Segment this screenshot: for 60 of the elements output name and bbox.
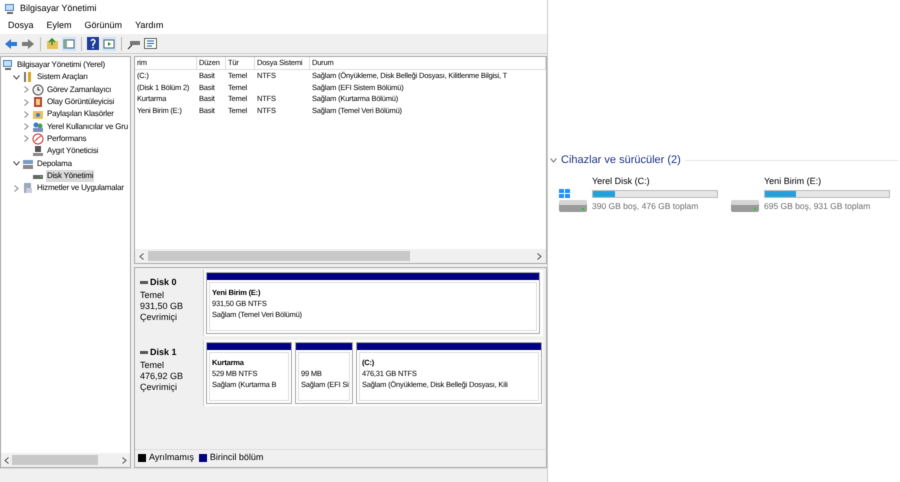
help-icon[interactable] bbox=[87, 37, 99, 50]
forward-arrow-icon[interactable] bbox=[21, 38, 35, 50]
horizontal-scrollbar[interactable] bbox=[1, 453, 130, 467]
shared-folder-icon bbox=[32, 108, 44, 120]
disk-name: Disk 0 bbox=[150, 276, 177, 289]
menu-item[interactable]: Görünüm bbox=[84, 19, 122, 33]
menu-item[interactable]: Eylem bbox=[46, 19, 72, 33]
menu-item[interactable]: Yardım bbox=[135, 19, 164, 33]
tree-item[interactable]: Depolama bbox=[36, 158, 73, 170]
scroll-left-icon[interactable] bbox=[139, 252, 144, 260]
tree-item[interactable]: Aygıt Yöneticisi bbox=[46, 145, 100, 158]
folder-up-icon[interactable] bbox=[46, 38, 59, 50]
system-drive-icon[interactable] bbox=[558, 188, 588, 213]
scroll-right-icon[interactable] bbox=[537, 252, 542, 260]
tree-item[interactable]: Olay Görüntüleyicisi bbox=[46, 96, 116, 108]
toolbox-icon bbox=[22, 71, 34, 84]
tree-item[interactable]: Paylaşılan Klasörler bbox=[46, 108, 115, 120]
log-book-icon bbox=[32, 96, 44, 108]
users-icon bbox=[32, 120, 44, 133]
clock-icon bbox=[32, 84, 44, 96]
horizontal-scrollbar[interactable] bbox=[135, 249, 546, 263]
drive-name[interactable]: Yerel Disk (C:) bbox=[592, 174, 718, 188]
properties-icon[interactable] bbox=[144, 38, 157, 49]
legend-label: Birincil bölüm bbox=[210, 450, 264, 464]
drive-info: 390 GB boş, 476 GB toplam bbox=[592, 200, 700, 213]
storage-icon bbox=[22, 158, 34, 170]
disk-size: 476,92 GB bbox=[140, 370, 184, 382]
action-pane-icon[interactable] bbox=[102, 36, 116, 50]
back-arrow-icon[interactable] bbox=[4, 38, 18, 50]
group-heading[interactable]: Cihazlar ve sürücüler (2) bbox=[561, 152, 681, 168]
chevron-down-icon[interactable] bbox=[550, 158, 557, 163]
computer-icon bbox=[4, 3, 16, 15]
disk-type: Temel bbox=[140, 290, 166, 300]
disk-status: Çevrimiçi bbox=[140, 382, 178, 392]
gauge-icon bbox=[32, 132, 44, 145]
services-icon bbox=[22, 182, 34, 194]
scroll-left-icon[interactable] bbox=[4, 456, 9, 464]
window-title: Bilgisayar Yönetimi bbox=[20, 2, 96, 16]
drive-name[interactable]: Yeni Birim (E:) bbox=[764, 174, 890, 188]
device-icon bbox=[32, 145, 44, 158]
drive-info: 695 GB boş, 931 GB toplam bbox=[764, 200, 872, 213]
menu-item[interactable]: Dosya bbox=[8, 19, 34, 33]
tree-item[interactable]: Bilgisayar Yönetimi (Yerel) bbox=[16, 59, 106, 72]
tree-item[interactable]: Sistem Araçları bbox=[36, 71, 89, 84]
tree-item[interactable]: Performans bbox=[46, 132, 88, 145]
chevron-down-icon[interactable] bbox=[12, 74, 20, 80]
chevron-right-icon[interactable] bbox=[14, 184, 18, 192]
tree-item[interactable]: Disk Yönetimi bbox=[46, 170, 94, 182]
disk-type: Temel bbox=[140, 360, 166, 370]
tree-item[interactable]: Görev Zamanlayıcı bbox=[46, 84, 112, 96]
disk-size: 931,50 GB bbox=[140, 300, 184, 312]
panel-toggle-icon[interactable] bbox=[62, 36, 76, 50]
disk-status: Çevrimiçi bbox=[140, 312, 178, 322]
chevron-down-icon[interactable] bbox=[12, 161, 20, 166]
computer-icon bbox=[2, 59, 14, 72]
disk-name: Disk 1 bbox=[150, 346, 177, 359]
tree-item[interactable]: Yerel Kullanıcılar ve Gru bbox=[46, 120, 129, 133]
tree-item[interactable]: Hizmetler ve Uygulamalar bbox=[36, 182, 125, 194]
scroll-right-icon[interactable] bbox=[122, 456, 127, 464]
legend-label: Ayrılmamış bbox=[149, 450, 194, 464]
